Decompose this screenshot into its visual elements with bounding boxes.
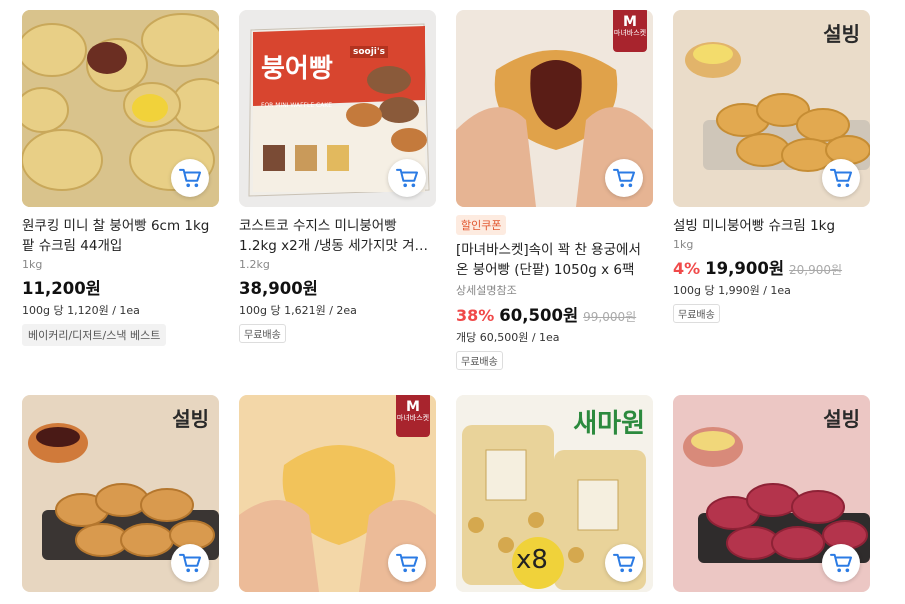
add-to-cart-button[interactable] <box>171 544 209 582</box>
product-card[interactable]: M 마녀바스켓 할인쿠폰 [마녀바스켓]속이 꽉 찬 용궁에서 온 붕어빵 (단팥… <box>456 10 653 370</box>
free-shipping-tag: 무료배송 <box>239 324 286 343</box>
price-line: 38% 60,500원 99,000원 <box>456 302 653 326</box>
free-shipping-tag: 무료배송 <box>673 304 720 323</box>
product-name[interactable]: [마녀바스켓]속이 꽉 찬 용궁에서 온 붕어빵 (단팥) 1050g x 6팩 <box>456 240 653 280</box>
shopping-cart-icon <box>396 553 418 573</box>
product-price: 60,500원 <box>499 306 579 325</box>
unit-price: 개당 60,500원 / 1ea <box>456 331 560 344</box>
shopping-cart-icon <box>830 168 852 188</box>
unit-price: 100g 당 1,120원 / 1ea <box>22 304 140 317</box>
product-weight: 1kg <box>673 238 694 251</box>
add-to-cart-button[interactable] <box>822 159 860 197</box>
product-price: 38,900원 <box>239 279 318 298</box>
package-subtitle: FOR MINI WAFFLE CAKE <box>261 102 333 109</box>
package-brand: sooji's <box>349 46 388 58</box>
product-image[interactable]: 새마원 x8 <box>456 395 653 592</box>
add-to-cart-button[interactable] <box>388 544 426 582</box>
unit-price: 100g 당 1,990원 / 1ea <box>673 284 791 297</box>
original-price: 20,900원 <box>789 263 843 277</box>
add-to-cart-button[interactable] <box>822 544 860 582</box>
product-card[interactable]: 새마원 x8 <box>456 395 653 592</box>
quantity-badge: x8 <box>516 545 548 575</box>
product-image[interactable]: M 마녀바스켓 <box>239 395 436 592</box>
product-card[interactable]: 설빙 <box>22 395 219 592</box>
product-image[interactable]: 설빙 <box>673 10 870 207</box>
product-card[interactable]: 설빙 <box>673 395 870 592</box>
category-tag: 베이커리/디저트/스낵 베스트 <box>22 324 167 346</box>
product-name[interactable]: 설빙 미니붕어빵 슈크림 1kg <box>673 216 870 236</box>
product-card[interactable]: 원쿠킹 미니 찰 붕어빵 6cm 1kg 팥 슈크림 44개입 1kg 11,2… <box>22 10 219 346</box>
add-to-cart-button[interactable] <box>605 544 643 582</box>
shopping-cart-icon <box>179 168 201 188</box>
product-card[interactable]: 붕어빵 sooji's FOR MINI WAFFLE CAKE 코스트코 수지… <box>239 10 436 343</box>
product-price: 19,900원 <box>705 259 785 278</box>
product-detail: 상세설명참조 <box>456 284 517 297</box>
product-image[interactable]: M 마녀바스켓 <box>456 10 653 207</box>
price-line: 38,900원 <box>239 275 436 299</box>
product-image[interactable]: 붕어빵 sooji's FOR MINI WAFFLE CAKE <box>239 10 436 207</box>
brand-logo: M 마녀바스켓 <box>613 10 647 52</box>
product-name[interactable]: 코스트코 수지스 미니붕어빵 1.2kg x2개 /냉동 세가지맛 겨울간식 … <box>239 216 436 256</box>
free-shipping-tag: 무료배송 <box>456 351 503 370</box>
brand-logo: 설빙 <box>823 22 860 46</box>
product-image[interactable]: 설빙 <box>673 395 870 592</box>
add-to-cart-button[interactable] <box>388 159 426 197</box>
product-image[interactable]: 설빙 <box>22 395 219 592</box>
coupon-badge: 할인쿠폰 <box>456 215 507 235</box>
product-price: 11,200원 <box>22 279 101 298</box>
original-price: 99,000원 <box>583 310 637 324</box>
package-title: 붕어빵 <box>261 54 333 84</box>
add-to-cart-button[interactable] <box>171 159 209 197</box>
shopping-cart-icon <box>830 553 852 573</box>
product-image[interactable] <box>22 10 219 207</box>
unit-price: 100g 당 1,621원 / 2ea <box>239 304 357 317</box>
discount-rate: 38% <box>456 306 495 325</box>
shopping-cart-icon <box>179 553 201 573</box>
brand-logo: 새마원 <box>573 409 645 439</box>
brand-logo: M 마녀바스켓 <box>396 395 430 437</box>
shopping-cart-icon <box>613 168 635 188</box>
price-line: 4% 19,900원 20,900원 <box>673 255 870 279</box>
shopping-cart-icon <box>613 553 635 573</box>
brand-logo: 설빙 <box>823 407 860 431</box>
brand-logo: 설빙 <box>172 407 209 431</box>
product-weight: 1.2kg <box>239 258 270 271</box>
add-to-cart-button[interactable] <box>605 159 643 197</box>
shopping-cart-icon <box>396 168 418 188</box>
product-name[interactable]: 원쿠킹 미니 찰 붕어빵 6cm 1kg 팥 슈크림 44개입 <box>22 216 219 256</box>
product-weight: 1kg <box>22 258 43 271</box>
discount-rate: 4% <box>673 259 701 278</box>
price-line: 11,200원 <box>22 275 219 299</box>
product-card[interactable]: 설빙 설빙 미니붕어빵 슈크림 1kg 1kg 4% 19,900원 20,90… <box>673 10 870 323</box>
product-card[interactable]: M 마녀바스켓 <box>239 395 436 592</box>
